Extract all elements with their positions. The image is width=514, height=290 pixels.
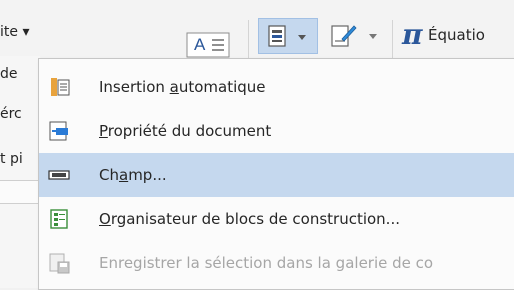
menu-item-building-blocks-organizer[interactable]: Organisateur de blocs de construction... [39,197,514,241]
menu-item-field[interactable]: Champ... [39,153,514,197]
save-to-gallery-icon [47,252,71,274]
menu-item-label: Enregistrer la sélection dans la galerie… [99,254,434,272]
menu-item-label: Organisateur de blocs de construction... [99,210,400,228]
menu-item-autotext[interactable]: Insertion automatique [39,65,514,109]
pi-icon: π [402,18,423,51]
autotext-icon [47,76,71,98]
text-box-icon [186,32,230,58]
chevron-down-icon [369,34,377,39]
field-icon [47,164,71,186]
document-area [0,56,40,288]
equation-button[interactable]: π Équatio [398,16,514,56]
document-text-fragment: érc [0,106,22,122]
menu-item-label: Insertion automatique [99,78,266,96]
ribbon-separator [392,20,393,60]
document-ruler-fragment [0,180,40,204]
document-text-fragment: t pi [0,151,23,167]
document-text-fragment: de [0,66,18,82]
document-property-icon [47,120,71,142]
chevron-down-icon [298,35,306,40]
style-dropdown-partial[interactable]: ite ▾ [0,24,29,40]
quick-parts-button[interactable] [258,18,318,54]
signature-line-icon [331,25,357,47]
menu-item-label: Propriété du document [99,122,272,140]
quick-parts-menu: Insertion automatique Propriété du docum… [38,58,514,290]
menu-item-document-property[interactable]: Propriété du document [39,109,514,153]
text-box-button[interactable]: A [186,30,230,60]
building-blocks-organizer-icon [47,208,71,230]
quick-parts-icon [268,25,286,47]
menu-item-save-selection-to-gallery[interactable]: Enregistrer la sélection dans la galerie… [39,241,514,285]
menu-item-label: Champ... [99,166,167,184]
signature-line-button[interactable] [328,18,384,54]
equation-label: Équatio [428,26,485,44]
ribbon-separator [248,20,249,60]
text-box-caption: A [194,35,206,54]
